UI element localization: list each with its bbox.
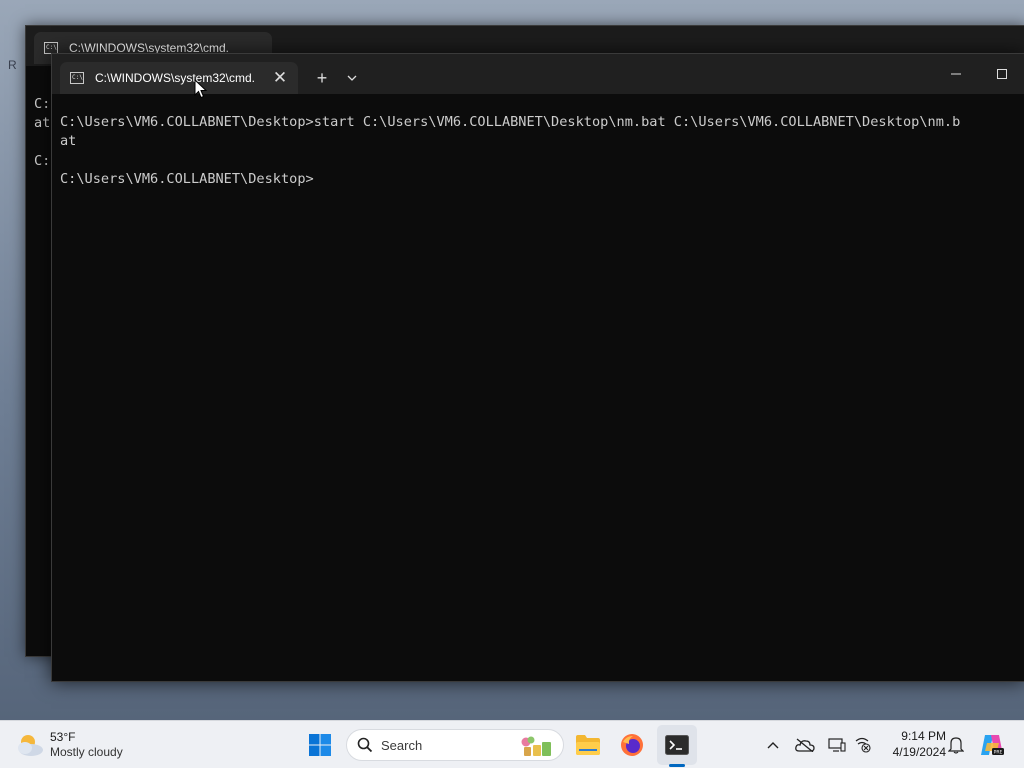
terminal-line: at — [60, 133, 77, 149]
tab-cmd[interactable]: C:\ C:\WINDOWS\system32\cmd. ✕ — [60, 62, 298, 94]
onedrive-button[interactable] — [791, 729, 819, 761]
minimize-icon — [951, 73, 961, 75]
new-tab-button[interactable]: + — [310, 66, 334, 90]
start-icon — [309, 734, 331, 756]
taskbar-search-box[interactable]: Search — [346, 729, 564, 761]
clock-time: 9:14 PM — [901, 729, 946, 743]
widgets-icon — [521, 736, 551, 756]
weather-temperature: 53°F — [50, 730, 76, 744]
window-controls — [933, 54, 1024, 94]
terminal-prompt-line: C:\Users\VM6.COLLABNET\Desktop> — [60, 171, 314, 187]
search-icon — [357, 737, 373, 753]
close-tab-icon[interactable]: ✕ — [268, 66, 292, 90]
display-icon — [828, 738, 846, 752]
display-button[interactable] — [823, 729, 851, 761]
taskbar-clock[interactable]: 9:14 PM 4/19/2024 — [880, 728, 946, 760]
firefox-button[interactable] — [612, 725, 652, 765]
terminal-window[interactable]: C:\ C:\WINDOWS\system32\cmd. ✕ + C:\User… — [51, 53, 1024, 682]
notification-bell-icon — [948, 737, 964, 754]
partly-cloudy-icon — [14, 731, 46, 759]
network-icon — [855, 737, 871, 753]
cmd-icon: C:\ — [70, 72, 84, 84]
firefox-icon — [621, 734, 643, 756]
chevron-up-icon — [767, 742, 779, 749]
terminal-taskbar-button[interactable] — [657, 725, 697, 765]
terminal-output[interactable]: C:\Users\VM6.COLLABNET\Desktop>start C:\… — [52, 94, 1024, 681]
onedrive-icon — [795, 738, 815, 752]
show-hidden-icons-button[interactable] — [759, 729, 787, 761]
taskbar: 53°F Mostly cloudy Search 9:14 PM 4/19/2… — [0, 720, 1024, 768]
tab-dropdown-button[interactable] — [340, 66, 364, 90]
file-explorer-icon — [576, 735, 600, 755]
weather-widget[interactable]: 53°F Mostly cloudy — [14, 727, 123, 763]
maximize-button[interactable] — [979, 54, 1024, 94]
desktop-edge-text: R — [8, 58, 17, 72]
mouse-pointer-icon — [194, 79, 208, 99]
file-explorer-button[interactable] — [568, 725, 608, 765]
clock-date: 4/19/2024 — [892, 745, 946, 759]
copilot-icon: PRE — [981, 735, 1004, 756]
weather-condition: Mostly cloudy — [50, 745, 123, 759]
chevron-down-icon — [347, 75, 357, 81]
copilot-button[interactable]: PRE — [978, 729, 1006, 761]
maximize-icon — [997, 69, 1007, 79]
search-placeholder: Search — [381, 737, 423, 753]
terminal-icon — [665, 735, 689, 755]
minimize-button[interactable] — [933, 54, 979, 94]
tab-title: C:\WINDOWS\system32\cmd. — [95, 71, 256, 85]
notifications-button[interactable] — [942, 729, 970, 761]
svg-text:PRE: PRE — [994, 750, 1003, 756]
terminal-line: C:\Users\VM6.COLLABNET\Desktop>start C:\… — [60, 114, 961, 130]
active-app-indicator — [669, 764, 685, 767]
start-button[interactable] — [300, 725, 340, 765]
network-button[interactable] — [849, 729, 877, 761]
